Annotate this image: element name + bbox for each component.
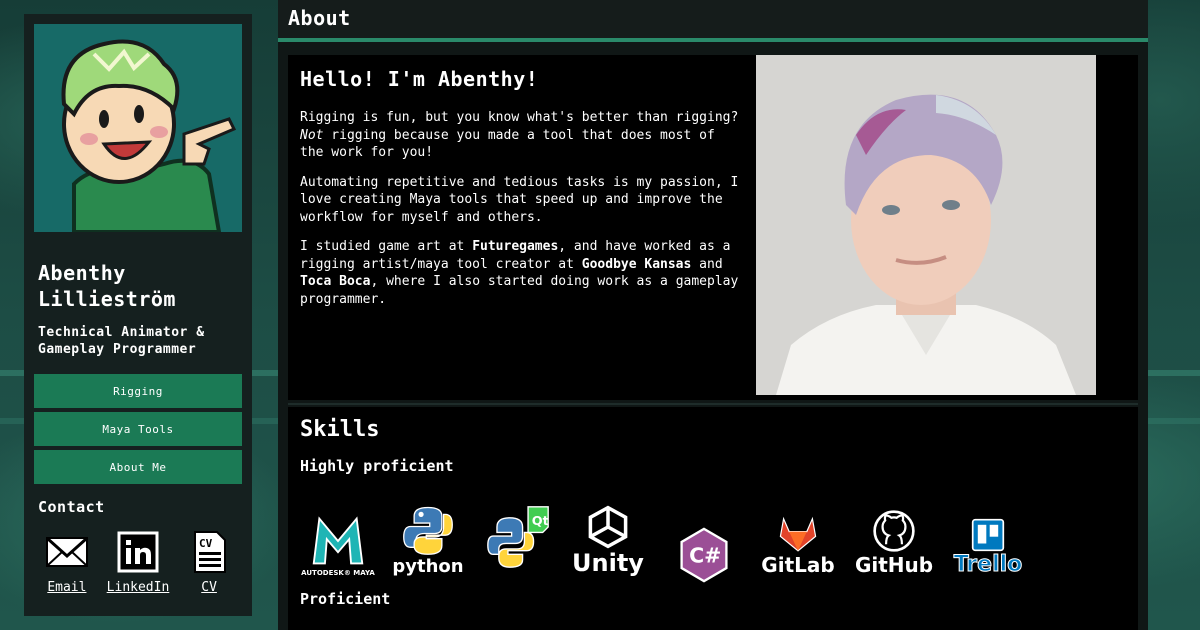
about-card: Hello! I'm Abenthy! Rigging is fun, but …	[288, 55, 1138, 400]
github-logo-text: GitHub	[854, 553, 934, 577]
csharp-logo-text: C#	[689, 543, 721, 567]
csharp-logo-icon: C#	[680, 527, 728, 583]
python-logo-text: python	[392, 556, 464, 577]
nav-rigging-button[interactable]: Rigging	[34, 374, 242, 408]
linkedin-label[interactable]: LinkedIn	[107, 580, 170, 595]
sidebar: Abenthy Lillieström Technical Animator &…	[24, 14, 252, 616]
email-label[interactable]: Email	[47, 580, 86, 595]
cv-link[interactable]: CV CV	[187, 530, 231, 595]
highly-proficient-heading: Highly proficient	[300, 457, 454, 475]
page-title: About	[278, 0, 1148, 42]
github-logo-icon	[873, 510, 915, 552]
gitlab-logo: GitLab	[758, 493, 838, 577]
github-logo: GitHub	[854, 493, 934, 577]
csharp-logo: C#	[664, 499, 744, 583]
skills-card: Skills Highly proficient AUTODESK® MAYA …	[288, 407, 1138, 630]
about-paragraph: Automating repetitive and tedious tasks …	[300, 174, 739, 225]
name-line: Abenthy	[38, 261, 126, 285]
unity-logo-text: Unity	[572, 549, 644, 577]
role-line: Technical Animator &	[38, 325, 205, 340]
linkedin-link[interactable]: LinkedIn	[107, 530, 170, 595]
profile-photo	[756, 55, 1096, 395]
linkedin-icon	[117, 531, 159, 573]
about-text: Hello! I'm Abenthy! Rigging is fun, but …	[300, 67, 740, 320]
contact-links: Email LinkedIn CV CV	[34, 530, 242, 595]
about-paragraph: Rigging is fun, but you know what's bett…	[300, 110, 739, 160]
nav-maya-tools-button[interactable]: Maya Tools	[34, 412, 242, 446]
profile-name: Abenthy Lillieström	[38, 260, 242, 312]
pixel-avatar-icon	[34, 24, 242, 232]
pyqt-logo-text: Qt	[532, 514, 549, 529]
trello-logo: Trello	[948, 493, 1028, 578]
maya-logo-icon	[312, 516, 364, 565]
cv-document-icon: CV	[194, 531, 227, 573]
gitlab-logo-icon	[779, 516, 817, 552]
email-link[interactable]: Email	[45, 530, 89, 595]
pyqt-logo: Qt	[478, 485, 558, 569]
envelope-icon	[45, 537, 88, 567]
avatar	[34, 24, 242, 232]
maya-logo-text: AUTODESK® MAYA	[301, 569, 375, 577]
unity-logo-icon	[588, 505, 628, 549]
python-logo-icon	[403, 506, 453, 555]
main-panel: About Hello! I'm Abenthy! Rigging is fun…	[278, 0, 1148, 630]
nav-about-me-button[interactable]: About Me	[34, 450, 242, 484]
name-line: Lillieström	[38, 287, 176, 311]
profile-role: Technical Animator & Gameplay Programmer	[38, 324, 242, 358]
proficient-heading: Proficient	[300, 590, 391, 608]
trello-logo-text: Trello	[953, 552, 1023, 578]
role-line: Gameplay Programmer	[38, 342, 197, 357]
portrait-photo-icon	[756, 55, 1096, 395]
trello-logo-icon	[971, 518, 1005, 552]
sidebar-nav: Rigging Maya Tools About Me	[34, 374, 242, 484]
python-logo: python	[388, 493, 468, 577]
cv-icon-text: CV	[199, 537, 213, 550]
greeting-heading: Hello! I'm Abenthy!	[300, 67, 539, 91]
cv-label[interactable]: CV	[201, 580, 217, 595]
maya-logo: AUTODESK® MAYA	[298, 493, 378, 577]
section-divider	[288, 403, 1138, 405]
about-paragraph: I studied game art at Futuregames, and h…	[300, 239, 739, 307]
skills-heading: Skills	[300, 417, 380, 442]
contact-title: Contact	[38, 498, 105, 516]
gitlab-logo-text: GitLab	[761, 553, 835, 577]
pyqt-logo-icon: Qt	[487, 506, 549, 568]
unity-logo: Unity	[568, 493, 648, 577]
